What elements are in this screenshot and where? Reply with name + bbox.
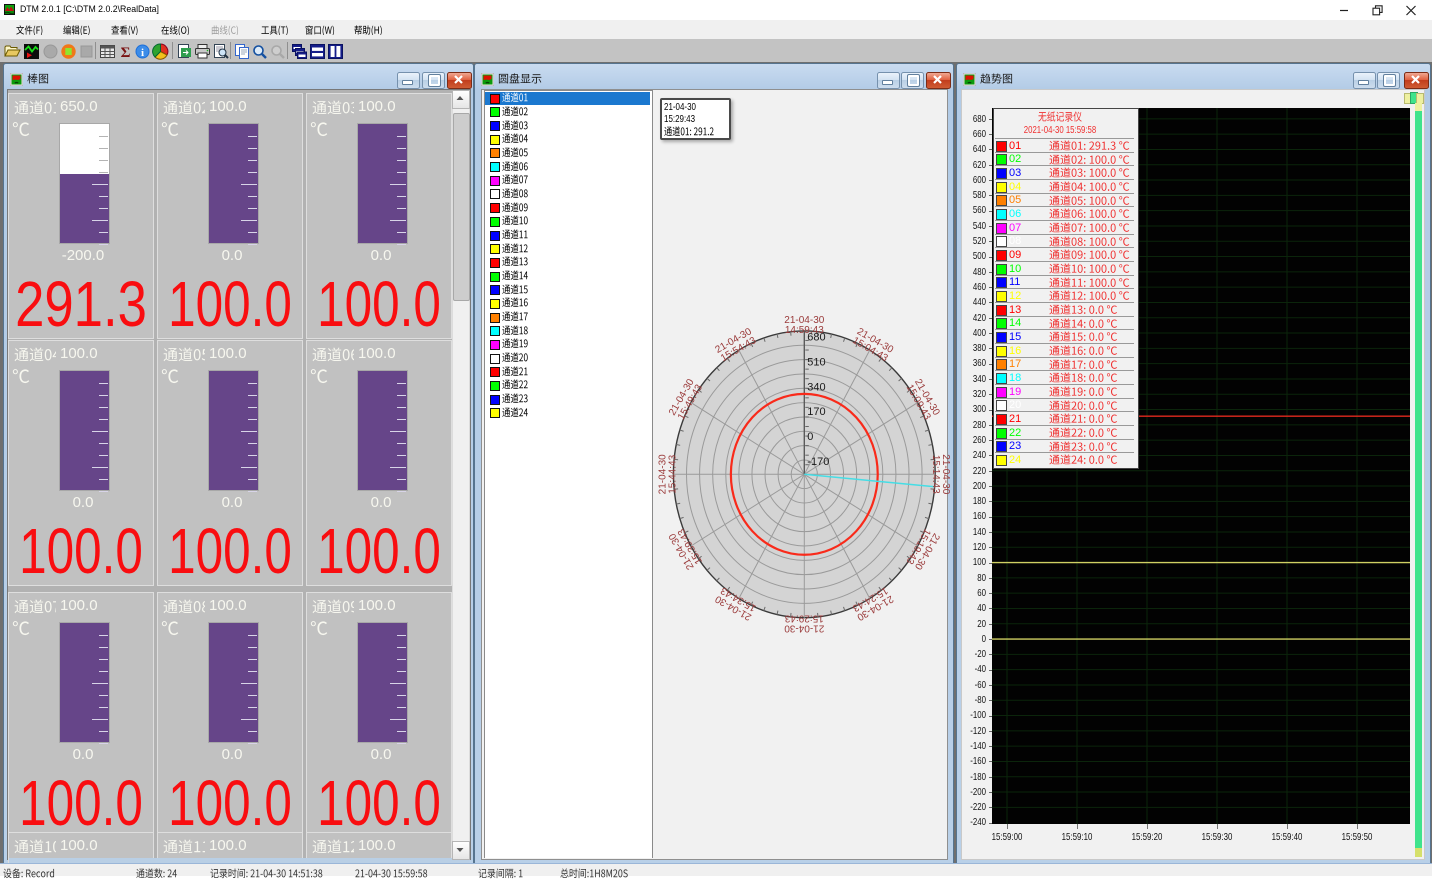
svg-text:340: 340 <box>807 381 825 393</box>
svg-text:15:29:43: 15:29:43 <box>784 613 823 624</box>
svg-text:510: 510 <box>807 356 825 368</box>
svg-text:14:59:43: 14:59:43 <box>785 325 824 336</box>
svg-text:i: i <box>141 47 144 59</box>
svg-text:0: 0 <box>807 431 813 443</box>
svg-text:-170: -170 <box>807 456 829 468</box>
svg-text:15:44:43: 15:44:43 <box>667 454 678 493</box>
svg-text:Σ: Σ <box>121 45 131 60</box>
svg-text:170: 170 <box>807 406 825 418</box>
svg-text:15:14:43: 15:14:43 <box>930 455 941 494</box>
